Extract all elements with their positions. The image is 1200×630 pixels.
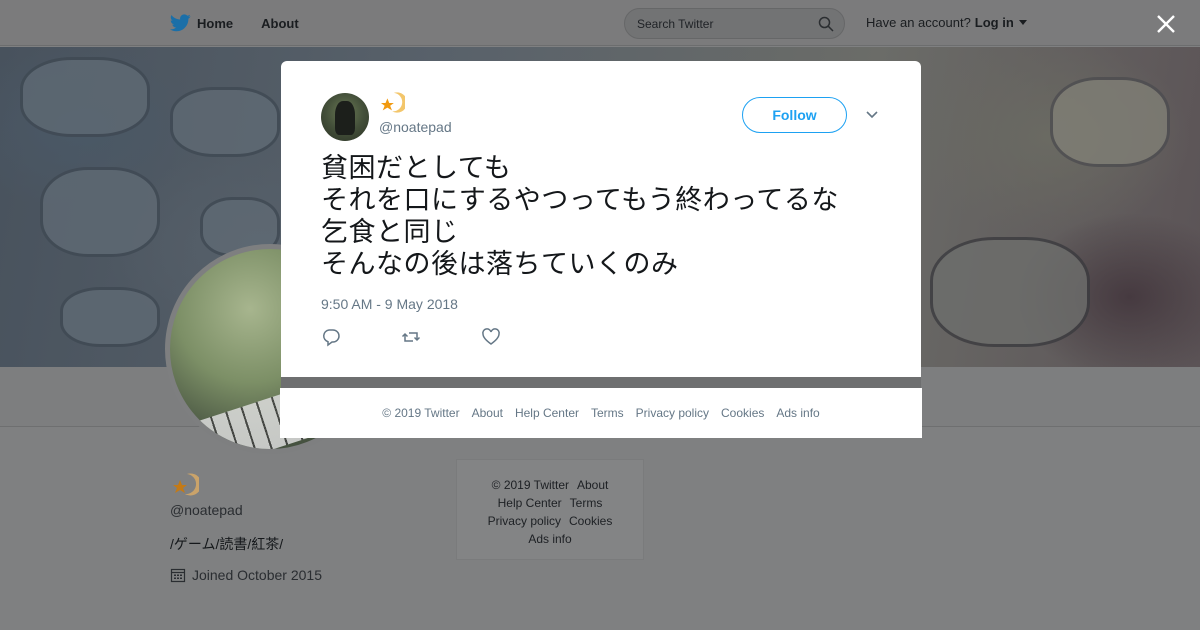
login-link[interactable]: Log in (975, 15, 1014, 30)
footer-ads-link[interactable]: Ads info (528, 532, 571, 546)
account-prompt: Have an account? (866, 15, 971, 30)
footer-ads-link[interactable]: Ads info (776, 406, 819, 420)
chevron-down-icon[interactable] (865, 109, 879, 121)
account-area: Have an account? Log in (866, 15, 1027, 30)
tweet-line: 乞食と同じ (321, 217, 459, 248)
footer-copyright: © 2019 Twitter (382, 406, 460, 420)
tweet-author-avatar[interactable] (321, 93, 369, 141)
top-navigation-bar: Home About Have an account? Log in (0, 0, 1200, 46)
tweet-actions (321, 327, 501, 347)
footer-help-link[interactable]: Help Center (498, 496, 562, 510)
modal-footer: © 2019 Twitter About Help Center Terms P… (280, 388, 922, 438)
tweet-author-handle[interactable]: @noatepad (379, 119, 452, 135)
joined-label: Joined October 2015 (192, 567, 322, 583)
twitter-bird-icon (170, 14, 191, 32)
reply-icon[interactable] (321, 327, 341, 347)
tweet-line: そんなの後は落ちていくのみ (321, 249, 679, 280)
tweet-line: それを口にするやつってもう終わってるな (321, 185, 839, 216)
profile-bio: /ゲーム/読書/紅茶/ (170, 536, 284, 552)
footer-about-link[interactable]: About (472, 406, 503, 420)
star-moon-emoji-icon (173, 473, 199, 496)
follow-button[interactable]: Follow (742, 97, 847, 133)
nav-home-label: Home (197, 15, 234, 31)
like-icon[interactable] (481, 327, 501, 347)
footer-help-link[interactable]: Help Center (515, 406, 579, 420)
nav-about-link[interactable]: About (261, 16, 299, 31)
close-icon[interactable] (1155, 13, 1177, 35)
search-icon[interactable] (818, 16, 834, 32)
footer-privacy-link[interactable]: Privacy policy (636, 406, 709, 420)
tweet-timestamp[interactable]: 9:50 AM - 9 May 2018 (321, 296, 458, 312)
tweet-text: 貧困だとしても それを口にするやつってもう終わってるな 乞食と同じ そんなの後は… (321, 153, 891, 281)
footer-cookies-link[interactable]: Cookies (569, 514, 612, 528)
tweet-line: 貧困だとしても (321, 153, 512, 184)
search-input[interactable] (625, 9, 810, 38)
search-box (624, 8, 845, 39)
footer-privacy-link[interactable]: Privacy policy (488, 514, 561, 528)
footer-terms-link[interactable]: Terms (570, 496, 603, 510)
footer-copyright: © 2019 Twitter (491, 478, 569, 492)
footer-about-link[interactable]: About (577, 478, 608, 492)
caret-down-icon[interactable] (1018, 20, 1027, 25)
modal-divider (281, 377, 921, 388)
retweet-icon[interactable] (401, 327, 421, 347)
profile-joined-date: Joined October 2015 (170, 567, 322, 583)
footer-cookies-link[interactable]: Cookies (721, 406, 764, 420)
tweet-modal: @noatepad Follow 貧困だとしても それを口にするやつってもう終わ… (281, 61, 921, 377)
sidebar-footer: © 2019 Twitter About Help Center Terms Pri… (456, 459, 644, 560)
footer-terms-link[interactable]: Terms (591, 406, 624, 420)
star-moon-emoji-icon (380, 92, 405, 113)
nav-left: Home About (170, 0, 299, 46)
profile-handle[interactable]: @noatepad (170, 502, 243, 518)
nav-home-link[interactable]: Home (170, 14, 233, 32)
calendar-icon (170, 568, 186, 583)
